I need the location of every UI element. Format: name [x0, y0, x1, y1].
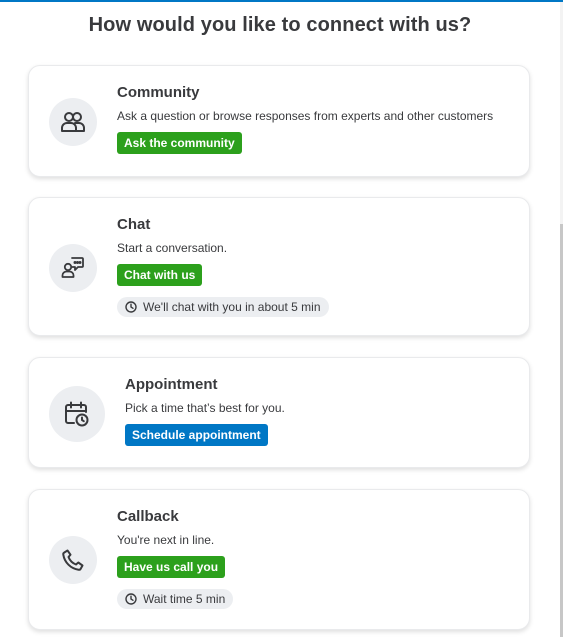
appointment-card-body: Appointment Pick a time that’s best for …: [125, 376, 517, 446]
community-card-body: Community Ask a question or browse respo…: [117, 84, 517, 154]
have-us-call-you-button[interactable]: Have us call you: [117, 556, 226, 578]
community-icon: [49, 98, 97, 146]
chat-with-us-button[interactable]: Chat with us: [117, 264, 203, 286]
appointment-title: Appointment: [125, 376, 218, 393]
clock-icon: [125, 593, 137, 605]
appointment-description: Pick a time that’s best for you.: [125, 401, 285, 415]
phone-icon: [49, 536, 97, 584]
chat-title: Chat: [117, 216, 151, 233]
chat-wait-time-badge: We'll chat with you in about 5 min: [117, 297, 329, 317]
chat-icon: [49, 244, 97, 292]
chat-card-body: Chat Start a conversation. Chat with us …: [117, 216, 517, 318]
appointment-card: Appointment Pick a time that’s best for …: [28, 357, 530, 468]
page-title: How would you like to connect with us?: [88, 14, 472, 36]
chat-description: Start a conversation.: [117, 241, 228, 255]
community-description: Ask a question or browse responses from …: [117, 109, 494, 123]
callback-card: Callback You're next in line. Have us ca…: [28, 489, 530, 630]
callback-title: Callback: [117, 508, 179, 525]
calendar-clock-icon: [49, 386, 105, 442]
top-accent-line: [0, 0, 563, 2]
chat-wait-time-text: We'll chat with you in about 5 min: [143, 300, 321, 314]
ask-community-button[interactable]: Ask the community: [117, 132, 242, 154]
community-card: Community Ask a question or browse respo…: [28, 65, 530, 177]
callback-wait-time-text: Wait time 5 min: [143, 592, 226, 606]
callback-card-body: Callback You're next in line. Have us ca…: [117, 508, 517, 610]
schedule-appointment-button[interactable]: Schedule appointment: [125, 424, 268, 446]
chat-card: Chat Start a conversation. Chat with us …: [28, 197, 530, 336]
community-title: Community: [117, 84, 200, 101]
callback-wait-time-badge: Wait time 5 min: [117, 589, 234, 609]
callback-description: You're next in line.: [117, 533, 215, 547]
clock-icon: [125, 301, 137, 313]
